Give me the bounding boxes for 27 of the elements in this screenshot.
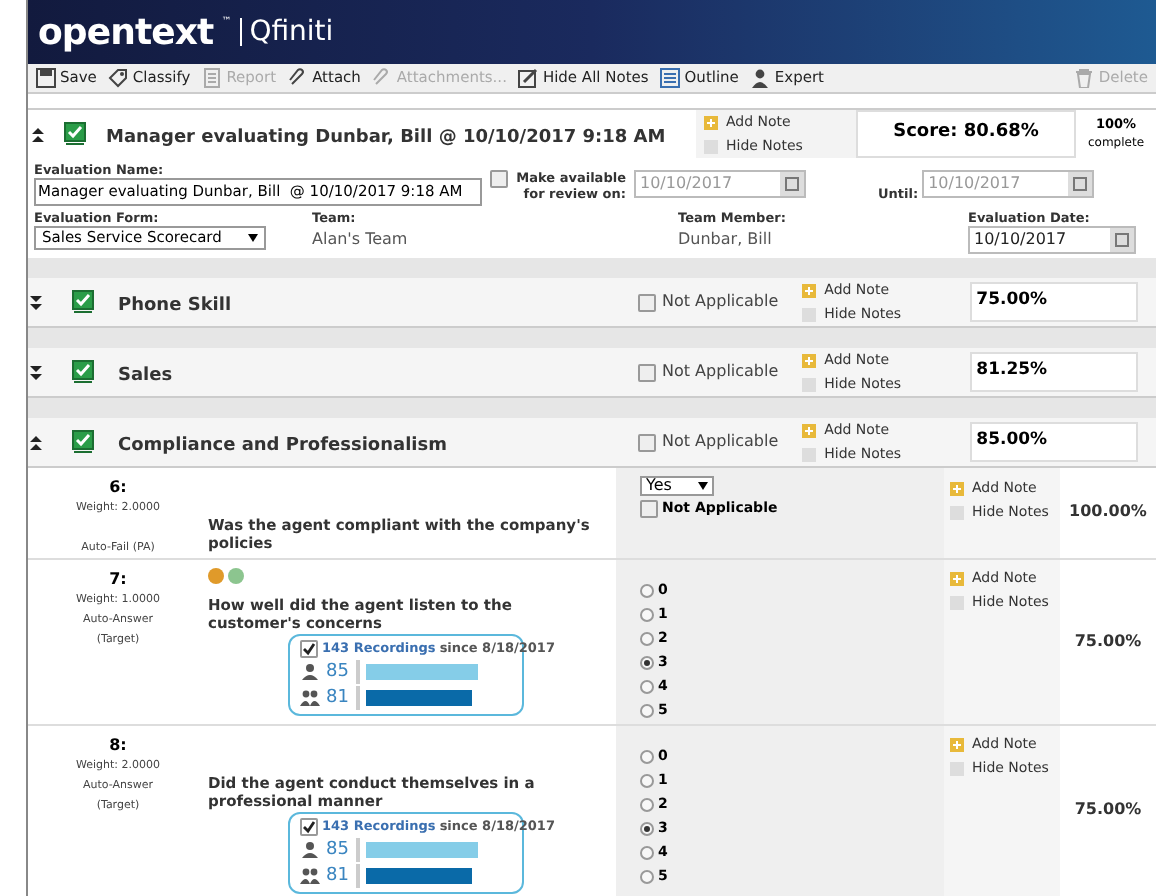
question-score: 75.00% <box>1074 629 1142 653</box>
team-value: Alan's Team <box>312 230 410 250</box>
not-applicable-label: Not Applicable <box>662 430 779 454</box>
team-member-value: Dunbar, Bill <box>678 230 774 250</box>
evaluation-title: Manager evaluating Dunbar, Bill @ 10/10/2017 9:18 AM <box>106 125 666 152</box>
score-box: 75.00% <box>970 282 1139 322</box>
question-number: 6: <box>109 476 127 500</box>
question-score: 100.00% <box>1069 500 1147 525</box>
question-number: 8: <box>109 733 127 757</box>
product-name: Qfiniti <box>249 13 334 51</box>
score-value: 85 <box>326 839 350 862</box>
not-applicable-label: Not Applicable <box>662 360 779 384</box>
score-box: Score: 80.68% <box>856 110 1076 158</box>
section-title: Compliance and Professionalism <box>118 433 449 460</box>
score-value: 81 <box>326 865 350 888</box>
brand-logo: opentext <box>38 9 214 57</box>
section-title: Sales <box>118 363 175 390</box>
section-title: Phone Skill <box>118 293 234 320</box>
not-applicable-label: Not Applicable <box>662 290 779 314</box>
answer-select[interactable]: Yes <box>640 476 714 496</box>
evaluation-date-field[interactable]: 10/10/2017 <box>968 226 1136 254</box>
score-value: 81 <box>326 687 350 710</box>
score-value: 85 <box>326 661 350 684</box>
score-box: 81.25% <box>970 352 1139 392</box>
score-box: 85.00% <box>970 422 1139 462</box>
question-score: 75.00% <box>1074 798 1142 823</box>
question-number: 7: <box>109 567 127 591</box>
